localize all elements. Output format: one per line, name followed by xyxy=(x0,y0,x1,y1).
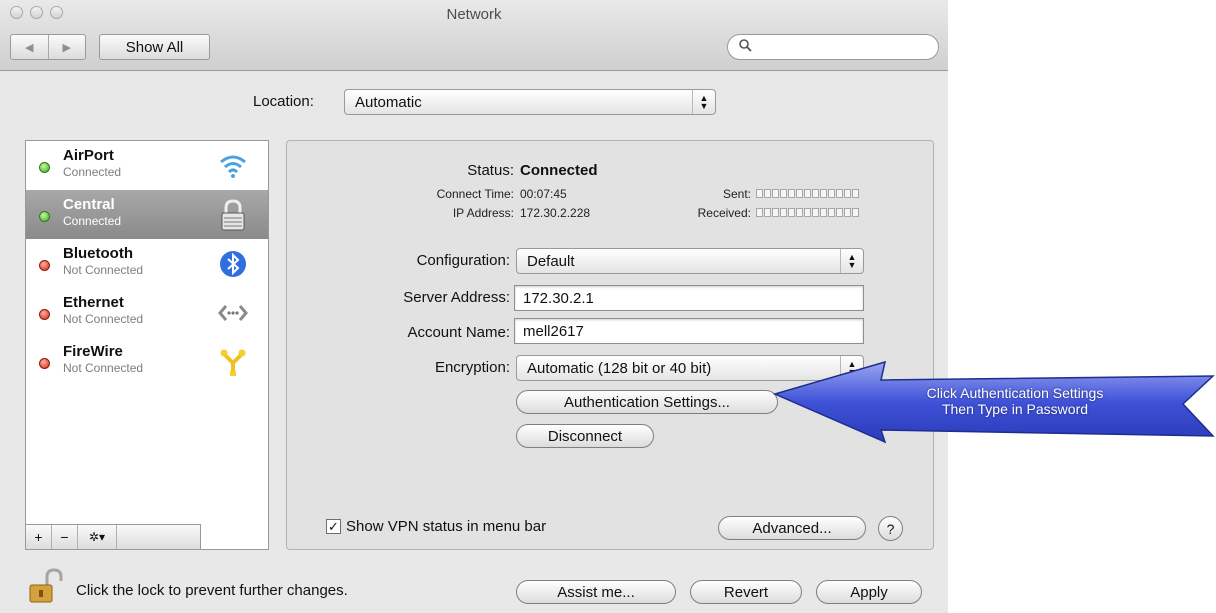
title-bar: Network ◀ ▶ Show All xyxy=(0,0,948,71)
wifi-icon xyxy=(216,149,250,183)
service-name: AirPort xyxy=(63,147,114,164)
apply-button[interactable]: Apply xyxy=(816,580,922,604)
connect-time-label: Connect Time: xyxy=(436,187,514,201)
service-name: Bluetooth xyxy=(63,245,133,262)
select-arrows-icon: ▲▼ xyxy=(692,90,715,114)
status-indicator-red xyxy=(39,260,50,271)
service-status: Connected xyxy=(63,165,122,179)
service-status: Connected xyxy=(63,214,122,228)
network-preferences-window: Network ◀ ▶ Show All Location: Automatic… xyxy=(0,0,948,613)
ethernet-icon xyxy=(216,296,250,330)
service-name: Central xyxy=(63,196,115,213)
location-value: Automatic xyxy=(355,93,422,111)
vpn-detail-panel xyxy=(286,140,934,550)
account-name-field[interactable]: mell2617 xyxy=(514,318,864,344)
show-vpn-status-checkbox-row[interactable]: ✓ Show VPN status in menu bar xyxy=(326,518,546,535)
connect-time-value: 00:07:45 xyxy=(520,187,567,201)
service-status: Not Connected xyxy=(63,312,144,326)
authentication-settings-button[interactable]: Authentication Settings... xyxy=(516,390,778,414)
vpn-lock-icon xyxy=(216,198,250,232)
service-status: Not Connected xyxy=(63,263,144,277)
service-name: FireWire xyxy=(63,343,123,360)
configuration-label: Configuration: xyxy=(416,252,510,269)
encryption-label: Encryption: xyxy=(434,359,510,376)
lock-icon[interactable] xyxy=(27,567,65,605)
firewire-icon xyxy=(216,345,250,379)
back-button[interactable]: ◀ xyxy=(11,35,49,59)
configuration-value: Default xyxy=(527,252,575,270)
ip-address-label: IP Address: xyxy=(452,206,514,220)
annotation-text: Click Authentication Settings Then Type … xyxy=(860,385,1170,417)
status-value: Connected xyxy=(520,162,598,179)
forward-button[interactable]: ▶ xyxy=(49,35,86,59)
service-status: Not Connected xyxy=(63,361,144,375)
status-indicator-red xyxy=(39,358,50,369)
disconnect-button[interactable]: Disconnect xyxy=(516,424,654,448)
service-item-bluetooth[interactable]: Bluetooth Not Connected xyxy=(26,239,268,288)
select-arrows-icon: ▲▼ xyxy=(840,249,863,273)
show-all-button[interactable]: Show All xyxy=(99,34,210,60)
location-label: Location: xyxy=(253,93,314,110)
service-item-ethernet[interactable]: Ethernet Not Connected xyxy=(26,288,268,337)
remove-service-button[interactable]: − xyxy=(52,525,78,549)
service-item-central[interactable]: Central Connected xyxy=(26,190,268,239)
window-title: Network xyxy=(446,6,502,23)
location-select[interactable]: Automatic ▲ ▼ xyxy=(344,89,716,115)
back-forward-group: ◀ ▶ xyxy=(10,34,86,60)
advanced-button[interactable]: Advanced... xyxy=(718,516,866,540)
annotation-line-1: Click Authentication Settings xyxy=(926,385,1104,401)
service-item-firewire[interactable]: FireWire Not Connected xyxy=(26,337,268,386)
bluetooth-icon xyxy=(216,247,250,281)
account-name-label: Account Name: xyxy=(407,324,510,341)
show-vpn-status-checkbox[interactable]: ✓ xyxy=(326,519,341,534)
revert-button[interactable]: Revert xyxy=(690,580,802,604)
assist-me-button[interactable]: Assist me... xyxy=(516,580,676,604)
service-name: Ethernet xyxy=(63,294,124,311)
show-vpn-status-label: Show VPN status in menu bar xyxy=(346,518,547,535)
service-item-airport[interactable]: AirPort Connected xyxy=(26,141,268,190)
help-button[interactable]: ? xyxy=(878,516,903,541)
gear-menu-button[interactable]: ✲▾ xyxy=(78,525,117,549)
lock-message: Click the lock to prevent further change… xyxy=(76,582,348,599)
status-indicator-green xyxy=(39,162,50,173)
status-label: Status: xyxy=(467,162,514,179)
search-icon xyxy=(738,38,752,55)
received-meter xyxy=(756,208,859,217)
received-label: Received: xyxy=(697,206,751,220)
service-tools: + − ✲▾ xyxy=(25,524,201,550)
status-indicator-green xyxy=(39,211,50,222)
add-service-button[interactable]: + xyxy=(26,525,52,549)
configuration-select[interactable]: Default ▲ ▼ xyxy=(516,248,864,274)
server-address-field[interactable]: 172.30.2.1 xyxy=(514,285,864,311)
encryption-value: Automatic (128 bit or 40 bit) xyxy=(527,359,712,377)
server-address-label: Server Address: xyxy=(403,289,510,306)
sent-meter xyxy=(756,189,859,198)
search-field[interactable] xyxy=(727,34,939,60)
annotation-line-2: Then Type in Password xyxy=(941,401,1089,417)
service-list: AirPort Connected Central Connected Blue… xyxy=(25,140,269,550)
status-indicator-red xyxy=(39,309,50,320)
ip-address-value: 172.30.2.228 xyxy=(520,206,591,220)
sent-label: Sent: xyxy=(722,187,751,201)
